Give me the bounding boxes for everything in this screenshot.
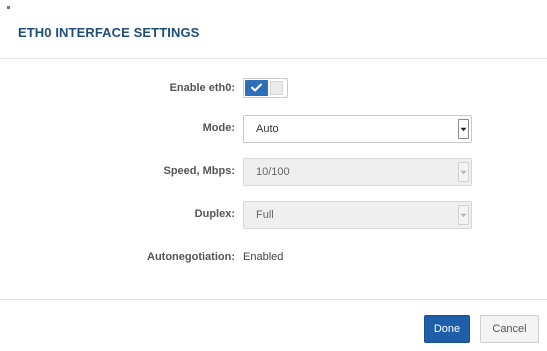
footer-divider: [0, 299, 547, 300]
window-corner-mark: [7, 6, 10, 9]
speed-select: 10/100: [243, 158, 472, 186]
chevron-down-icon[interactable]: [458, 119, 469, 139]
speed-label: Speed, Mbps:: [163, 165, 235, 177]
check-icon: [251, 79, 262, 97]
enable-eth0-label: Enable eth0:: [169, 82, 235, 94]
header-divider: [0, 58, 547, 59]
eth0-settings-dialog: ETH0 INTERFACE SETTINGS Enable eth0: Mod…: [0, 0, 547, 351]
done-button[interactable]: Done: [424, 315, 470, 343]
mode-label: Mode:: [202, 122, 235, 134]
toggle-thumb: [270, 81, 283, 95]
duplex-select: Full: [243, 201, 472, 229]
speed-select-value: 10/100: [256, 166, 290, 178]
dialog-title: ETH0 INTERFACE SETTINGS: [18, 25, 200, 40]
duplex-select-value: Full: [256, 209, 274, 221]
autonegotiation-value: Enabled: [243, 251, 284, 263]
duplex-label: Duplex:: [194, 208, 235, 220]
mode-select[interactable]: Auto: [243, 115, 472, 143]
cancel-button[interactable]: Cancel: [480, 315, 539, 343]
chevron-down-icon: [458, 205, 469, 225]
autonegotiation-label: Autonegotiation:: [147, 251, 235, 263]
enable-eth0-toggle[interactable]: [243, 78, 288, 98]
mode-select-value: Auto: [256, 123, 279, 135]
toggle-on-indicator: [245, 80, 268, 96]
chevron-down-icon: [458, 162, 469, 182]
